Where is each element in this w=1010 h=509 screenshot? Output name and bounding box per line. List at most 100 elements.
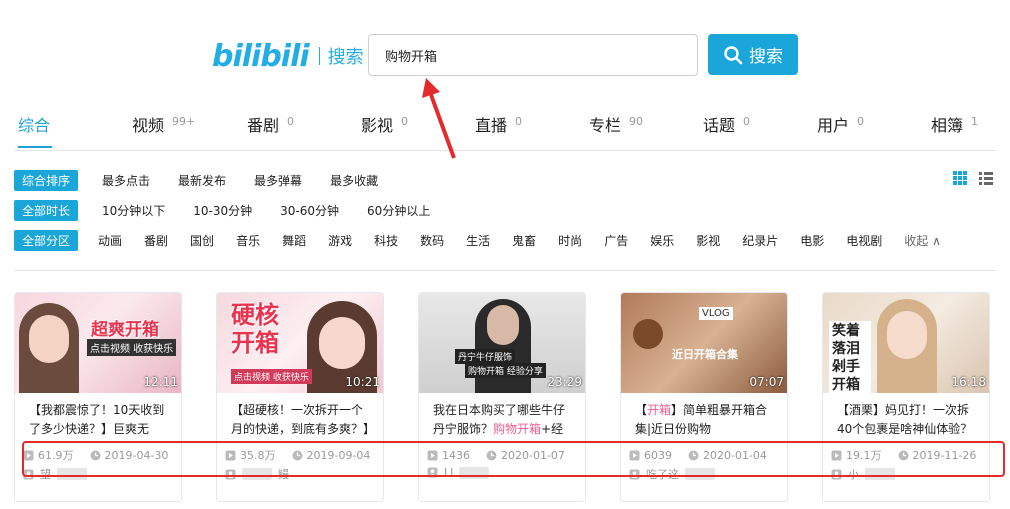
filter-zone-item[interactable]: 广告	[604, 232, 628, 249]
thumbnail-caption: 超爽开箱	[91, 320, 159, 340]
search-input[interactable]	[369, 35, 697, 75]
search-button[interactable]: 搜索	[708, 34, 798, 75]
filter-zone-item[interactable]: 音乐	[236, 232, 260, 249]
tab-label: 相簿	[931, 116, 964, 135]
filter-zone-item[interactable]: 动画	[98, 232, 122, 249]
filter-divider	[14, 270, 996, 271]
video-title[interactable]: 【我都震惊了！10天收到了多少快递？】巨爽无比！pr	[15, 393, 181, 441]
video-title[interactable]: 【超硬核！一次拆开一个月的快递，到底有多爽？】pr	[217, 393, 383, 441]
annotation-arrow-icon	[422, 78, 456, 159]
video-duration: 07:07	[749, 375, 784, 389]
filter-order-newest[interactable]: 最新发布	[178, 172, 226, 189]
filter-zone-item[interactable]: 时尚	[558, 232, 582, 249]
filter-zone-item[interactable]: 鬼畜	[512, 232, 536, 249]
filter-zone-item[interactable]: 电视剧	[846, 232, 882, 249]
tab-album[interactable]: 相簿 1	[931, 112, 978, 148]
duration-filter-row: 全部时长 10分钟以下 10-30分钟 30-60分钟 60分钟以上	[14, 199, 458, 221]
filter-order-danmaku[interactable]: 最多弹幕	[254, 172, 302, 189]
tab-label: 用户	[817, 116, 850, 135]
search-button-label: 搜索	[749, 47, 783, 67]
active-tab-underline	[18, 146, 52, 148]
video-duration: 16:18	[951, 375, 986, 389]
filter-zone-item[interactable]: 纪录片	[742, 232, 778, 249]
filter-zone-item[interactable]: 国创	[190, 232, 214, 249]
search-icon	[724, 45, 743, 64]
thumbnail-caption: 硬核开箱	[231, 301, 279, 357]
video-duration: 23:29	[547, 375, 582, 389]
tab-video[interactable]: 视频 99+	[132, 112, 195, 148]
filter-zone-item[interactable]: 娱乐	[650, 232, 674, 249]
filter-zone-item[interactable]: 影视	[696, 232, 720, 249]
collapse-label: 收起	[904, 233, 929, 248]
filter-duration-30-60[interactable]: 30-60分钟	[280, 202, 339, 219]
tab-count: 1	[971, 115, 979, 128]
tab-count: 0	[287, 115, 295, 128]
tab-bangumi[interactable]: 番剧 0	[247, 112, 294, 148]
grid-view-icon[interactable]	[952, 170, 968, 186]
video-title[interactable]: 【酒栗】妈见打！一次拆40个包裹是啥神仙体验？	[823, 393, 989, 441]
filter-duration-under10[interactable]: 10分钟以下	[102, 202, 165, 219]
filter-zone-item[interactable]: 数码	[420, 232, 444, 249]
filter-zone-item[interactable]: 舞蹈	[282, 232, 306, 249]
collapse-button[interactable]: 收起 ∧	[904, 232, 941, 249]
video-thumbnail[interactable]: VLOG 近日开箱合集 07:07	[621, 293, 787, 393]
thumbnail-subcaption: 购物开箱 经验分享	[465, 363, 546, 378]
order-filter-row: 综合排序 最多点击 最新发布 最多弹幕 最多收藏	[14, 169, 406, 191]
tab-label: 视频	[132, 116, 165, 135]
title-text: 【超硬核！一次拆开一个月的快递，到底有多爽？】pr	[231, 403, 370, 436]
filter-zone-item[interactable]: 游戏	[328, 232, 352, 249]
thumbnail-subcaption: 点击视频 收获快乐	[87, 339, 177, 356]
thumbnail-face	[887, 311, 927, 359]
tab-count: 0	[401, 115, 409, 128]
video-title[interactable]: 【开箱】简单粗暴开箱合集|近日份购物	[621, 393, 787, 441]
filter-zone-all[interactable]: 全部分区	[14, 229, 79, 251]
view-toggle	[952, 170, 994, 186]
filter-duration-10-30[interactable]: 10-30分钟	[193, 202, 252, 219]
thumbnail-face	[29, 315, 69, 363]
filter-order-favorite[interactable]: 最多收藏	[330, 172, 378, 189]
bilibili-logo[interactable]: bilibili 搜索	[212, 38, 364, 74]
logo-separator	[318, 47, 320, 65]
thumbnail-subcaption: 点击视频 收获快乐	[231, 369, 312, 384]
zone-filter-row: 全部分区 动画 番剧 国创 音乐 舞蹈 游戏 科技 数码 生活 鬼畜 时尚 广告…	[14, 229, 941, 251]
thumbnail-caption: 笑着落泪 剁手开箱	[829, 321, 871, 393]
result-tabs: 综合 视频 99+ 番剧 0 影视 0 直播 0 专栏 90 话题 0 用户 0…	[18, 112, 998, 152]
title-text: 【	[635, 403, 648, 417]
tab-count: 99+	[172, 115, 196, 128]
list-view-icon[interactable]	[978, 170, 994, 186]
video-thumbnail[interactable]: 笑着落泪 剁手开箱 16:18	[823, 293, 989, 393]
filter-order-default[interactable]: 综合排序	[14, 169, 79, 191]
thumbnail-vlog-badge: VLOG	[699, 307, 733, 320]
tab-label: 直播	[475, 116, 508, 135]
video-duration: 10:21	[345, 375, 380, 389]
video-title[interactable]: 我在日本购买了哪些牛仔丹宁服饰？购物开箱+经验分	[419, 393, 585, 441]
tab-count: 0	[857, 115, 865, 128]
tab-live[interactable]: 直播 0	[475, 112, 522, 148]
filter-zone-item[interactable]: 番剧	[144, 232, 168, 249]
tab-label: 番剧	[247, 116, 280, 135]
filter-duration-over60[interactable]: 60分钟以上	[367, 202, 430, 219]
tab-all[interactable]: 综合	[18, 112, 50, 148]
video-thumbnail[interactable]: 超爽开箱 点击视频 收获快乐 12:11	[15, 293, 181, 393]
filter-duration-all[interactable]: 全部时长	[14, 199, 79, 221]
logo-sub-label: 搜索	[327, 47, 364, 68]
tab-user[interactable]: 用户 0	[817, 112, 864, 148]
filter-zone-item[interactable]: 生活	[466, 232, 490, 249]
tab-film[interactable]: 影视 0	[361, 112, 408, 148]
thumbnail-face	[487, 305, 519, 345]
filter-zone-item[interactable]: 科技	[374, 232, 398, 249]
tab-label: 专栏	[589, 116, 622, 135]
filter-zone-item[interactable]: 电影	[800, 232, 824, 249]
tab-count: 0	[515, 115, 523, 128]
tab-topic[interactable]: 话题 0	[703, 112, 750, 148]
logo-text: bilibili	[212, 38, 310, 74]
video-thumbnail[interactable]: 硬核开箱 点击视频 收获快乐 10:21	[217, 293, 383, 393]
tab-article[interactable]: 专栏 90	[589, 112, 643, 148]
tab-count: 0	[743, 115, 751, 128]
title-highlight: 购物开箱	[493, 422, 542, 436]
search-box[interactable]	[368, 34, 698, 76]
video-thumbnail[interactable]: 丹宁牛仔服饰 购物开箱 经验分享 23:29	[419, 293, 585, 393]
filter-order-click[interactable]: 最多点击	[102, 172, 150, 189]
thumbnail-caption: 近日开箱合集	[672, 348, 738, 361]
tab-label: 综合	[18, 116, 51, 135]
